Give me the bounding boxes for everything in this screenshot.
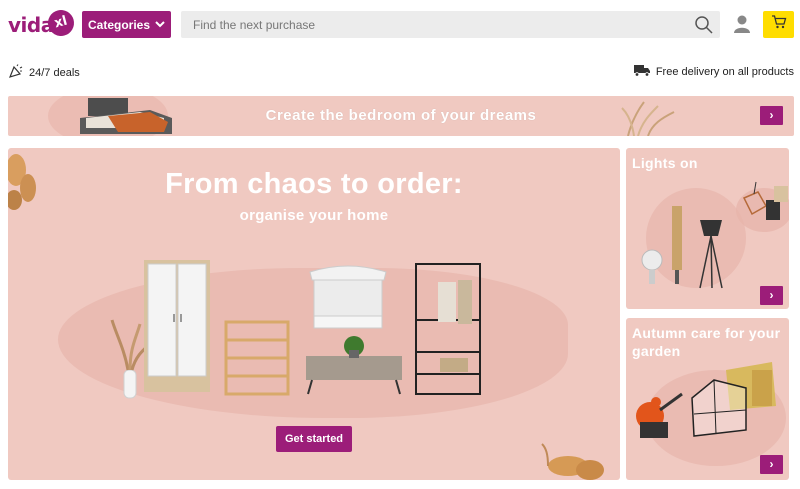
garden-card-title: Autumn care for your garden	[632, 325, 781, 359]
bedroom-banner-title: Create the bedroom of your dreams	[265, 107, 537, 124]
wardrobe	[144, 260, 210, 392]
lights-card[interactable]: Lights on ›	[626, 148, 789, 309]
get-started-button[interactable]: Get started	[276, 426, 352, 452]
wall-cabinet	[309, 265, 387, 329]
lights-arrow-button[interactable]: ›	[760, 286, 783, 305]
search-icon[interactable]	[694, 15, 714, 35]
clothes-rack	[415, 263, 481, 395]
bedroom-arrow-button[interactable]: ›	[760, 106, 783, 125]
hero-title: From chaos to order:	[165, 168, 463, 200]
user-icon[interactable]	[732, 14, 752, 34]
search-input[interactable]	[181, 11, 681, 38]
search-bar	[181, 11, 720, 38]
cart-icon	[771, 15, 787, 34]
site-header: vida xl Categories	[0, 0, 800, 50]
bedroom-banner[interactable]: Create the bedroom of your dreams ›	[8, 96, 794, 136]
vidaxl-logo[interactable]: vida xl	[8, 7, 77, 40]
tv-stand	[306, 336, 402, 395]
delivery-label: Free delivery on all products	[655, 66, 794, 78]
deals-label: 24/7 deals	[29, 66, 80, 79]
dried-flowers-bottom	[541, 443, 604, 480]
lights-card-title: Lights on	[632, 155, 698, 171]
hero-subtitle: organise your home	[239, 207, 389, 224]
wooden-shelf	[224, 320, 290, 396]
lamps-illustration	[641, 181, 789, 289]
hero-banner[interactable]: From chaos to order: organise your home …	[8, 148, 620, 480]
garden-arrow-button[interactable]: ›	[760, 455, 783, 474]
logo-text: vida	[8, 13, 54, 37]
chevron-down-icon	[155, 20, 165, 30]
party-popper-icon	[8, 64, 24, 81]
delivery-info: Free delivery on all products	[633, 64, 794, 80]
truck-icon	[633, 64, 651, 80]
categories-button[interactable]: Categories	[82, 11, 171, 38]
deals-link[interactable]: 24/7 deals	[8, 64, 80, 81]
info-row: 24/7 deals Free delivery on all products	[0, 60, 800, 82]
categories-label: Categories	[87, 17, 151, 32]
cart-button[interactable]	[763, 11, 794, 38]
garden-card[interactable]: Autumn care for your garden ›	[626, 318, 789, 480]
